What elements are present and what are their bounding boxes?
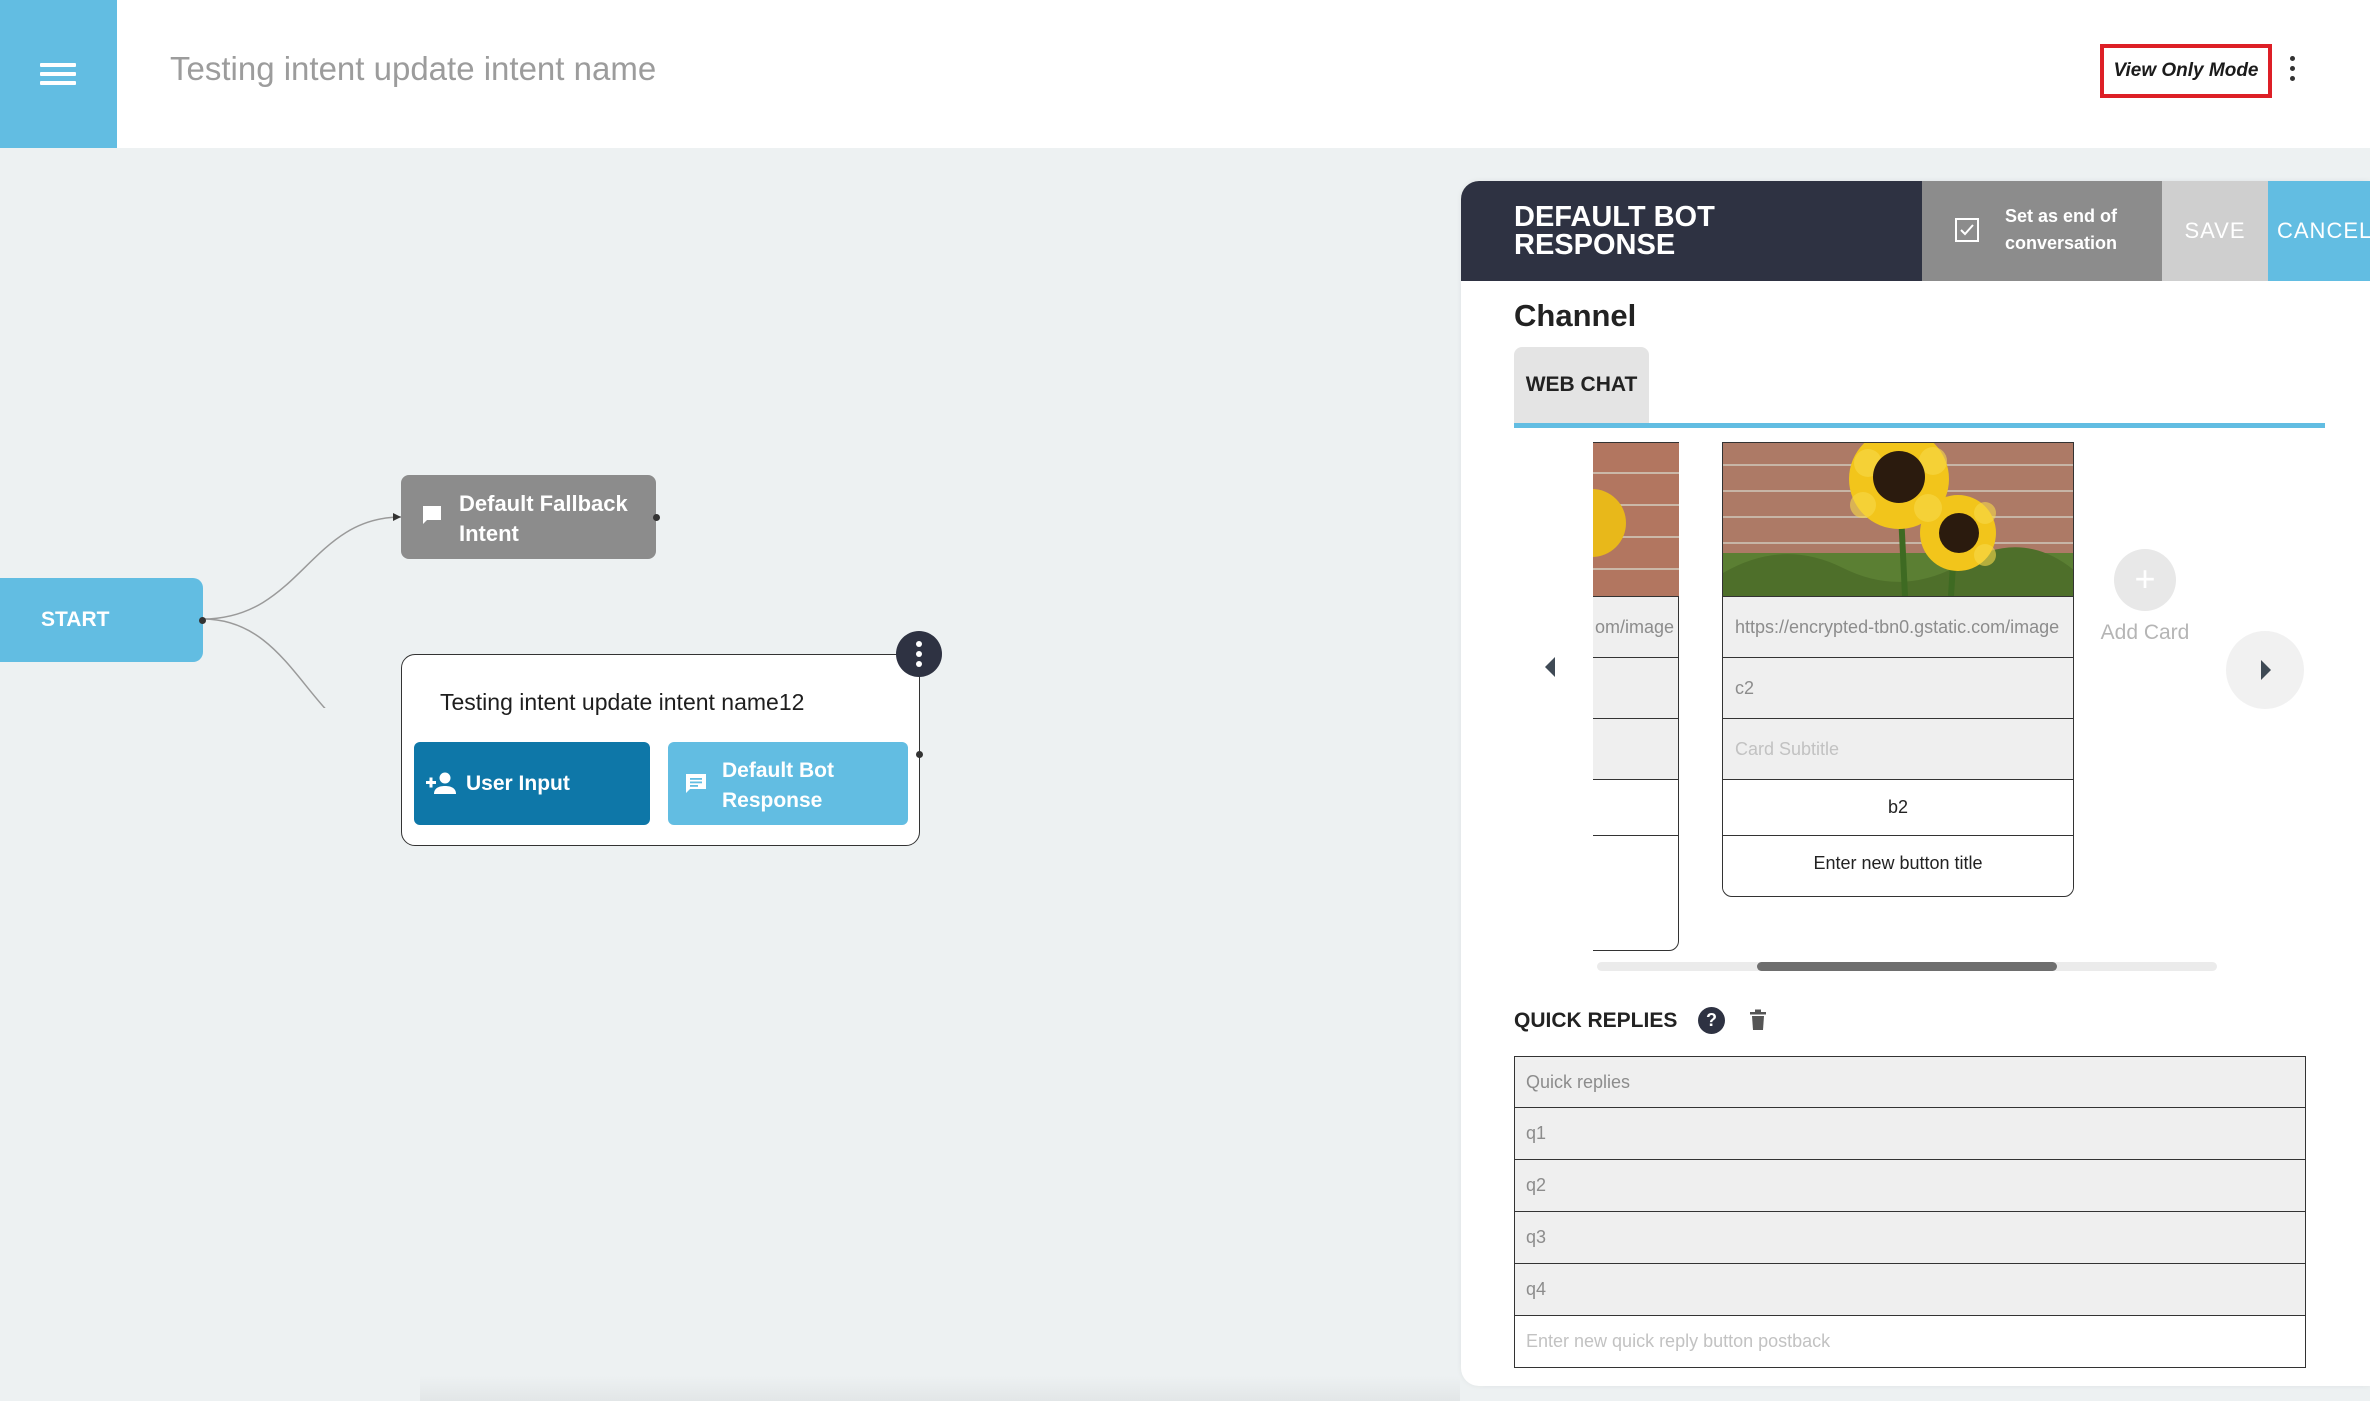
card-1-title-field[interactable] — [1593, 657, 1678, 718]
channel-heading: Channel — [1514, 298, 1637, 333]
trash-icon[interactable] — [1749, 1009, 1767, 1031]
card-1-subtitle-field[interactable] — [1593, 718, 1678, 779]
hamburger-menu-icon — [40, 63, 76, 67]
save-button[interactable]: SAVE — [2162, 181, 2268, 281]
chevron-right-icon — [2261, 660, 2271, 680]
quick-reply-item[interactable]: q1 — [1514, 1108, 2306, 1160]
start-label: START — [41, 608, 110, 631]
plus-icon: + — [2114, 549, 2176, 611]
tab-underline — [1514, 423, 2325, 428]
carousel-next-button[interactable] — [2226, 631, 2304, 709]
card-1-new-button[interactable] — [1593, 835, 1678, 891]
intent-group-title: Testing intent update intent name12 — [440, 689, 805, 715]
user-input-node[interactable]: User Input — [414, 742, 650, 825]
fallback-intent-label: Default Fallback Intent — [459, 491, 628, 546]
add-card-label: Add Card — [2100, 621, 2190, 644]
quick-replies-heading: QUICK REPLIES — [1514, 1009, 1678, 1032]
card-2-button-b2[interactable]: b2 — [1723, 779, 2073, 835]
fallback-connector-dot[interactable] — [653, 514, 660, 521]
add-card-button[interactable]: + Add Card — [2095, 549, 2195, 645]
user-input-label: User Input — [466, 771, 570, 795]
chevron-left-icon[interactable] — [1543, 656, 1557, 678]
intent-group-menu-button[interactable] — [896, 631, 942, 677]
bot-response-panel: DEFAULT BOT RESPONSE Set as end of conve… — [1461, 181, 2370, 1386]
tab-web-chat[interactable]: WEB CHAT — [1514, 347, 1649, 423]
hamburger-menu-icon-bar — [40, 81, 76, 85]
bottom-scroll-shadow — [420, 1376, 1460, 1401]
card-1-image-url-field[interactable]: om/image — [1593, 596, 1678, 657]
card-2-image — [1723, 443, 2073, 596]
card-2-image-url-field[interactable]: https://encrypted-tbn0.gstatic.com/image — [1723, 596, 2073, 657]
chat-bubble-icon — [423, 506, 441, 524]
intent-connector-dot[interactable] — [916, 751, 923, 758]
top-bar: Testing intent update intent name View O… — [0, 0, 2370, 148]
card-2-subtitle-field[interactable]: Card Subtitle — [1723, 718, 2073, 779]
quick-reply-item[interactable]: q4 — [1514, 1264, 2306, 1316]
start-connector-dot[interactable] — [199, 617, 206, 624]
bot-response-label: Default Bot Response — [722, 759, 834, 812]
intent-group-node[interactable]: Testing intent update intent name12 User… — [401, 654, 920, 846]
start-node[interactable]: START — [0, 578, 203, 662]
end-of-conversation-toggle[interactable]: Set as end of conversation — [1922, 181, 2162, 281]
default-bot-response-node[interactable]: Default Bot Response — [668, 742, 908, 825]
hamburger-menu-icon-bar — [40, 72, 76, 76]
panel-header: DEFAULT BOT RESPONSE Set as end of conve… — [1461, 181, 2370, 281]
quick-reply-item[interactable]: q3 — [1514, 1212, 2306, 1264]
card-2: https://encrypted-tbn0.gstatic.com/image… — [1722, 442, 2074, 897]
view-only-mode-badge[interactable]: View Only Mode — [2100, 44, 2272, 98]
card-2-new-button-field[interactable]: Enter new button title — [1723, 835, 2073, 891]
cancel-button[interactable]: CANCEL — [2268, 181, 2370, 281]
add-user-icon — [426, 772, 456, 794]
new-quick-reply-postback-field[interactable]: Enter new quick reply button postback — [1514, 1316, 2306, 1368]
quick-replies-list: Quick replies q1 q2 q3 q4 Enter new quic… — [1514, 1056, 2306, 1368]
chat-bubble-icon — [686, 774, 706, 793]
default-fallback-intent-node[interactable]: Default Fallback Intent — [401, 475, 656, 559]
kebab-menu-icon[interactable] — [2284, 56, 2300, 92]
card-1-image — [1593, 443, 1679, 596]
end-of-conversation-label: Set as end of conversation — [2005, 206, 2118, 253]
card-2-title-field[interactable]: c2 — [1723, 657, 2073, 718]
checkbox-icon[interactable] — [1955, 218, 1979, 242]
quick-replies-field[interactable]: Quick replies — [1514, 1056, 2306, 1108]
hamburger-menu-button[interactable] — [0, 0, 117, 148]
card-1-partial: om/image — [1593, 442, 1679, 951]
card-1-button[interactable] — [1593, 779, 1678, 835]
panel-title: DEFAULT BOT RESPONSE — [1514, 201, 1715, 261]
carousel-scrollbar-thumb[interactable] — [1757, 962, 2057, 971]
quick-reply-item[interactable]: q2 — [1514, 1160, 2306, 1212]
page-title: Testing intent update intent name — [170, 50, 657, 87]
help-icon[interactable]: ? — [1698, 1007, 1725, 1034]
